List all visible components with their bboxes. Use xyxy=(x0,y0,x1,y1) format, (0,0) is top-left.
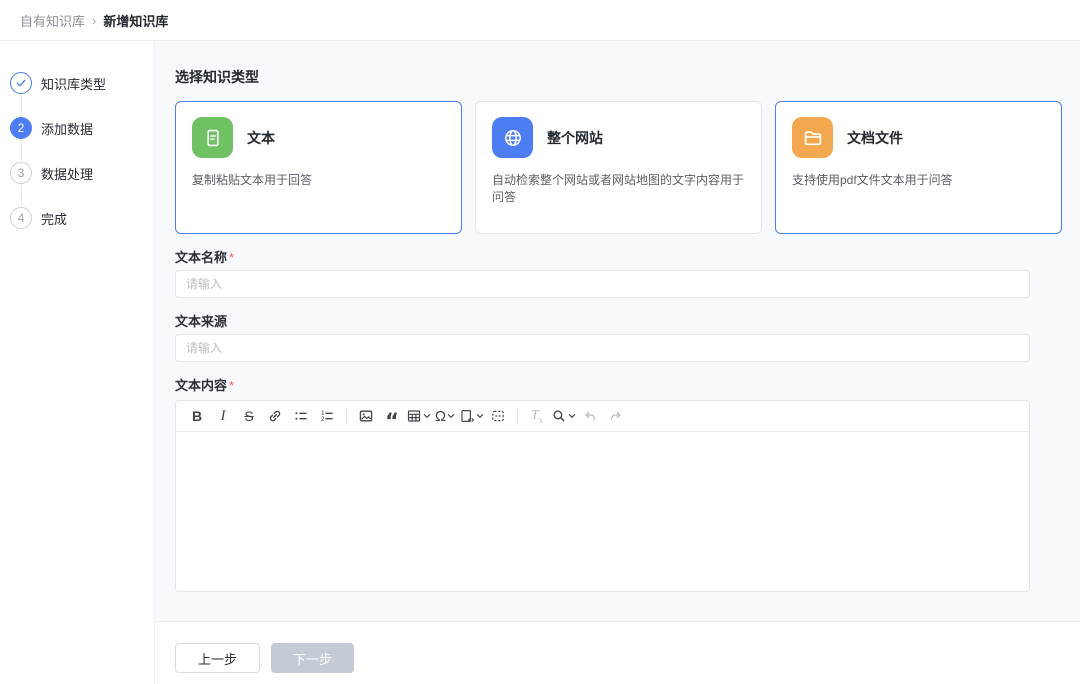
step-1-label: 知识库类型 xyxy=(41,74,106,93)
undo-button[interactable] xyxy=(578,404,602,428)
step-item-knowledge-type[interactable]: 知识库类型 xyxy=(10,72,154,94)
step-2-label: 添加数据 xyxy=(41,119,93,138)
insert-template-icon xyxy=(459,408,475,424)
insert-image-button[interactable] xyxy=(354,404,378,428)
step-connector xyxy=(21,185,22,206)
select-all-button[interactable] xyxy=(486,404,510,428)
card-website[interactable]: 整个网站 自动检索整个网站或者网站地图的文字内容用于问答 xyxy=(475,101,762,234)
steps-sidebar: 知识库类型 2 添加数据 3 数据处理 4 完成 xyxy=(0,41,155,684)
step-item-data-processing[interactable]: 3 数据处理 xyxy=(10,162,154,184)
step-4-circle: 4 xyxy=(10,207,32,229)
numbered-list-icon: 1 2 xyxy=(319,408,335,424)
editor-toolbar: B I S xyxy=(176,401,1029,432)
field-label-text-name: 文本名称* xyxy=(175,247,1062,263)
numbered-list-button[interactable]: 1 2 xyxy=(315,404,339,428)
redo-icon xyxy=(608,408,624,424)
knowledge-type-cards: 文本 复制粘贴文本用于回答 xyxy=(175,101,1062,234)
redo-button[interactable] xyxy=(604,404,628,428)
footer-actions: 上一步 下一步 xyxy=(155,622,1080,684)
block-quote-icon: “ xyxy=(385,416,399,426)
check-icon xyxy=(11,72,31,94)
insert-table-icon xyxy=(406,408,422,424)
section-title: 选择知识类型 xyxy=(175,67,1062,87)
step-3-circle: 3 xyxy=(10,162,32,184)
chevron-down-icon xyxy=(447,412,455,420)
toolbar-separator xyxy=(517,409,518,424)
bulleted-list-button[interactable] xyxy=(289,404,313,428)
bold-button[interactable]: B xyxy=(185,404,209,428)
remove-format-icon: Tx xyxy=(531,408,543,425)
card-text[interactable]: 文本 复制粘贴文本用于回答 xyxy=(175,101,462,234)
card-document-file[interactable]: 文档文件 支持使用pdf文件文本用于问答 xyxy=(775,101,1062,234)
main-panel: 选择知识类型 xyxy=(155,41,1080,622)
insert-image-icon xyxy=(358,408,374,424)
required-mark: * xyxy=(229,378,234,393)
toolbar-separator xyxy=(346,409,347,424)
link-icon xyxy=(267,408,283,424)
breadcrumb-parent-link[interactable]: 自有知识库 xyxy=(20,11,85,30)
insert-table-button[interactable] xyxy=(406,404,431,428)
card-text-description: 复制粘贴文本用于回答 xyxy=(192,171,445,188)
bold-icon: B xyxy=(192,408,202,424)
link-button[interactable] xyxy=(263,404,287,428)
card-document-file-description: 支持使用pdf文件文本用于问答 xyxy=(792,171,1045,188)
field-label-text-content: 文本内容* xyxy=(175,375,1062,391)
step-connector xyxy=(21,95,22,116)
bulleted-list-icon xyxy=(293,408,309,424)
svg-text:2: 2 xyxy=(321,416,325,423)
insert-template-button[interactable] xyxy=(459,404,484,428)
step-connector xyxy=(21,140,22,161)
globe-icon xyxy=(492,117,533,158)
block-quote-button[interactable]: “ xyxy=(380,409,404,433)
step-item-add-data[interactable]: 2 添加数据 xyxy=(10,117,154,139)
field-label-text-source: 文本来源 xyxy=(175,311,1062,327)
rich-text-editor: B I S xyxy=(175,400,1030,592)
step-3-label: 数据处理 xyxy=(41,164,93,183)
find-and-replace-icon xyxy=(551,408,567,424)
strikethrough-icon: S xyxy=(244,408,253,424)
find-and-replace-button[interactable] xyxy=(551,404,576,428)
step-2-circle: 2 xyxy=(10,117,32,139)
card-website-description: 自动检索整个网站或者网站地图的文字内容用于问答 xyxy=(492,171,745,205)
required-mark: * xyxy=(229,250,234,265)
special-characters-button[interactable]: Ω xyxy=(433,404,457,428)
card-text-title: 文本 xyxy=(247,128,275,148)
chevron-down-icon xyxy=(423,412,431,420)
step-item-finish[interactable]: 4 完成 xyxy=(10,207,154,229)
folder-icon xyxy=(792,117,833,158)
document-icon xyxy=(192,117,233,158)
italic-icon: I xyxy=(221,408,226,425)
step-4-label: 完成 xyxy=(41,209,67,228)
chevron-down-icon xyxy=(568,412,576,420)
breadcrumb-separator-icon: › xyxy=(92,13,96,28)
text-content-editor-area[interactable] xyxy=(176,432,1029,591)
chevron-down-icon xyxy=(476,412,484,420)
strikethrough-button[interactable]: S xyxy=(237,404,261,428)
select-all-icon xyxy=(490,408,506,424)
undo-icon xyxy=(582,408,598,424)
breadcrumb-current: 新增知识库 xyxy=(103,11,168,30)
text-name-input[interactable] xyxy=(175,270,1030,298)
card-document-file-title: 文档文件 xyxy=(847,128,903,148)
breadcrumb: 自有知识库 › 新增知识库 xyxy=(0,0,1080,41)
step-1-circle xyxy=(10,72,32,94)
next-step-button[interactable]: 下一步 xyxy=(271,643,354,673)
special-characters-icon: Ω xyxy=(435,408,446,425)
text-source-input[interactable] xyxy=(175,334,1030,362)
italic-button[interactable]: I xyxy=(211,404,235,428)
card-website-title: 整个网站 xyxy=(547,128,603,148)
previous-step-button[interactable]: 上一步 xyxy=(175,643,260,673)
remove-format-button[interactable]: Tx xyxy=(525,404,549,428)
